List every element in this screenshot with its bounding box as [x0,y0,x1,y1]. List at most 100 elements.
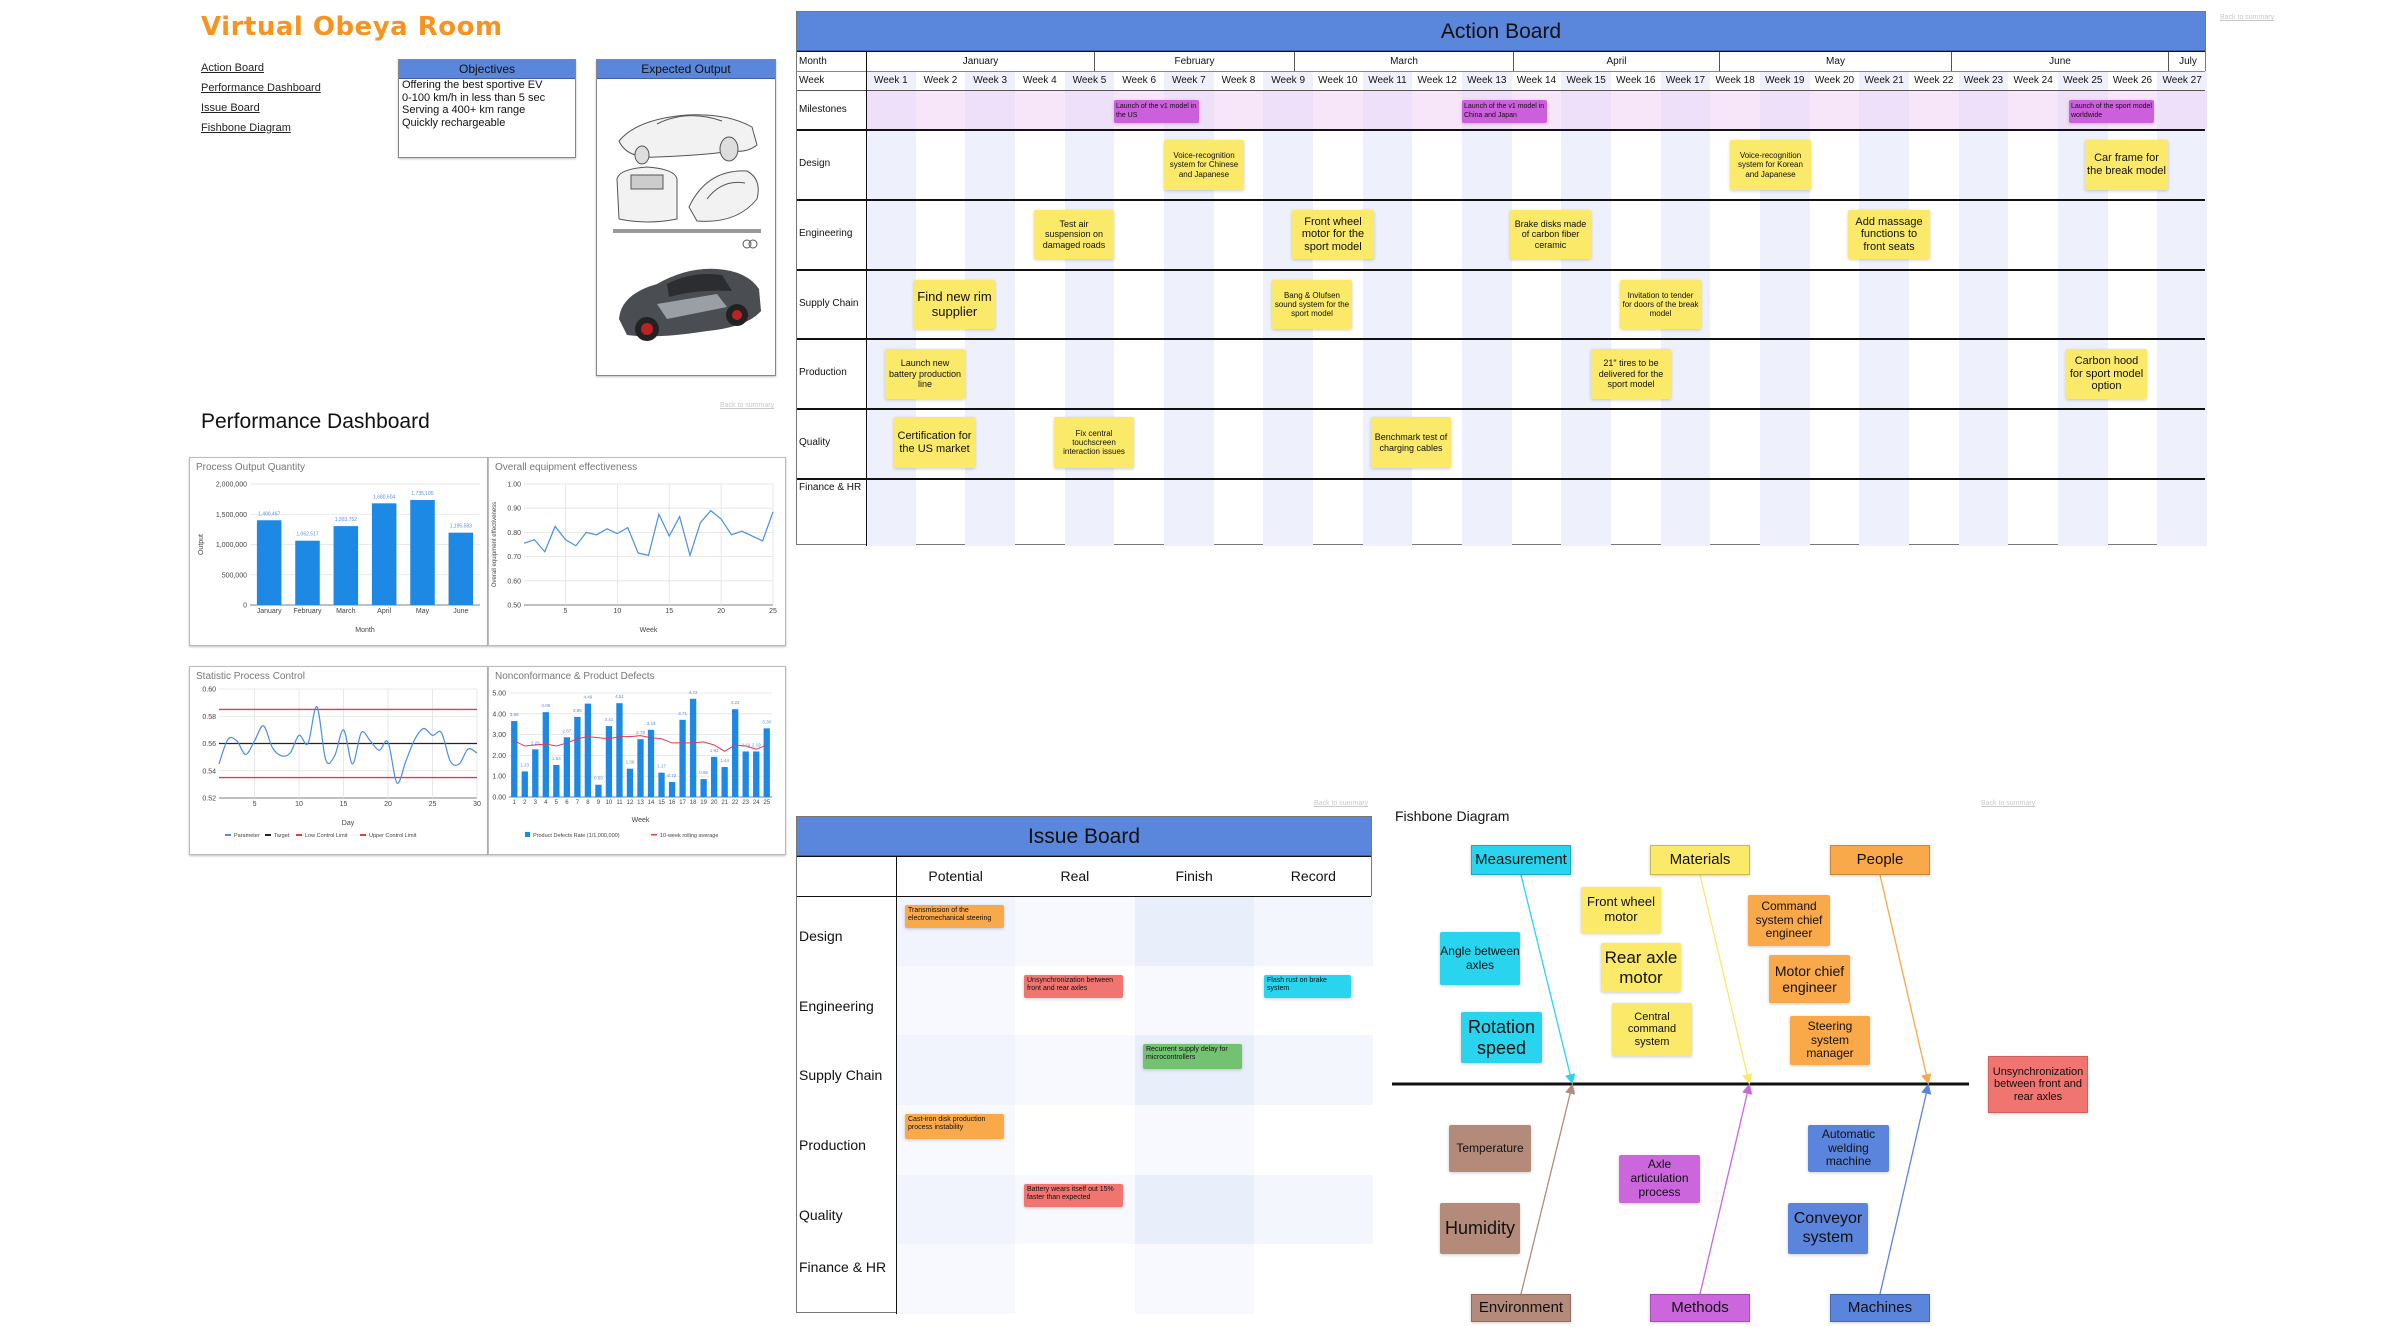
fishbone-cause[interactable]: Steering system manager [1790,1016,1870,1065]
action-card[interactable]: Certification for the US market [894,417,975,468]
data-label: 1,680,604 [373,494,395,500]
week-header: Week 12 [1417,75,1457,86]
fishbone-cause[interactable]: Rotation speed [1461,1012,1542,1063]
issue-card[interactable]: Cast-iron disk production process instab… [905,1114,1004,1139]
week-stripe [1859,71,1909,546]
column-header: Real [1060,868,1090,884]
action-card[interactable]: Add massage functions to front seats [1848,210,1930,259]
month-header-label: Month [799,56,827,67]
issue-card[interactable]: Unsynchronization between front and rear… [1024,975,1123,998]
x-tick-label: 14 [648,800,655,806]
defects-chart: 0.00 1.00 2.00 3.00 4.00 5.00 3.65 1 1.23 2 2.29 3 4… [488,666,786,855]
issue-board: Issue Board Potential Real Finish Record Des… [796,816,1373,1314]
legend-swatch [651,834,657,836]
nav-link-issue-board[interactable]: Issue Board [201,102,260,114]
fishbone-category[interactable]: Machines [1830,1294,1930,1322]
row-divider [797,338,2205,340]
x-axis-label: Week [632,817,650,824]
data-label: 3.41 [605,717,614,722]
row-label: Production [799,367,847,378]
bar [574,716,581,797]
issue-card[interactable]: Recurrent supply delay for microcontroll… [1143,1044,1242,1069]
fishbone-effect[interactable]: Unsynchronization between front and rear… [1988,1056,2088,1113]
y-tick-label: 0.00 [492,795,506,802]
back-to-summary-link[interactable]: Back to summary [1314,800,1368,807]
x-tick-label: 24 [753,800,760,806]
back-to-summary-link[interactable]: Back to summary [2220,14,2274,21]
issue-cell [1253,1105,1373,1175]
x-axis-label: Week [640,627,658,634]
y-tick-label: 0.54 [202,768,216,775]
fishbone-category[interactable]: Materials [1650,845,1750,875]
fishbone-category[interactable]: Environment [1471,1294,1571,1322]
back-to-summary-link[interactable]: Back to summary [1981,800,2035,807]
fishbone-cause[interactable]: Angle between axles [1440,932,1520,985]
y-tick-label: 5.00 [492,691,506,698]
action-card[interactable]: Car frame for the break model [2085,140,2168,190]
data-label: 3.23 [647,721,656,726]
action-card[interactable]: Test air suspension on damaged roads [1034,210,1114,259]
week-header: Week 17 [1665,75,1706,86]
milestone-card[interactable]: Launch of the v1 model in China and Japa… [1462,100,1547,123]
bar [553,764,560,797]
data-label: 2.19 [752,742,761,747]
action-card[interactable]: Bang & Olufsen sound system for the spor… [1272,280,1352,329]
x-tick-label: 22 [732,800,739,806]
fishbone-cause[interactable]: Command system chief engineer [1748,895,1830,946]
fishbone-cause[interactable]: Motor chief engineer [1769,955,1850,1003]
action-card[interactable]: Benchmark test of charging cables [1371,417,1451,468]
nav-link-action-board[interactable]: Action Board [201,62,264,74]
fishbone-category[interactable]: People [1830,845,1930,875]
bar [542,712,549,797]
x-tick-label: 10 [613,608,621,615]
issue-card[interactable]: Transmission of the electromechanical st… [905,905,1004,928]
x-tick-label: 13 [637,800,644,806]
bar [616,703,623,797]
fishbone-bone-arrow [1699,874,1753,1085]
fishbone-category[interactable]: Measurement [1471,845,1571,875]
action-card[interactable]: Invitation to tender for doors of the br… [1620,280,1701,329]
action-card[interactable]: Find new rim supplier [914,280,995,329]
nav-link-performance-dashboard[interactable]: Performance Dashboard [201,82,321,94]
back-to-summary-link[interactable]: Back to summary [720,402,774,409]
fishbone-cause[interactable]: Conveyor system [1788,1203,1868,1254]
action-card[interactable]: Brake disks made of carbon fiber ceramic [1510,210,1591,259]
objectives-title: Objectives [399,60,575,79]
y-tick-label: 1.00 [492,774,506,781]
milestone-card[interactable]: Launch of the sport model worldwide [2069,100,2154,123]
y-tick-label: 0.56 [202,741,216,748]
action-card[interactable]: Voice-recognition system for Chinese and… [1164,140,1244,190]
action-card[interactable]: Front wheel motor for the sport model [1292,210,1374,259]
y-axis-label: Output [198,534,205,555]
bar [521,771,528,797]
fishbone-cause[interactable]: Axle articulation process [1619,1155,1700,1203]
data-label: 0.86 [699,770,708,775]
action-card[interactable]: Voice-recognition system for Korean and … [1730,140,1811,190]
issue-cell [896,1244,1016,1314]
action-card[interactable]: Launch new battery production line [885,349,965,399]
fishbone-cause[interactable]: Automatic welding machine [1808,1125,1889,1172]
bar [256,520,282,605]
bar [371,503,397,605]
fishbone-cause[interactable]: Humidity [1440,1203,1520,1254]
fishbone-title: Fishbone Diagram [1395,808,1510,824]
fishbone-category[interactable]: Methods [1650,1294,1750,1322]
fishbone-cause[interactable]: Rear axle motor [1601,943,1681,992]
action-card[interactable]: 21" tires to be delivered for the sport … [1591,349,1671,399]
action-card[interactable]: Carbon hood for sport model option [2066,349,2147,399]
milestone-card[interactable]: Launch of the v1 model in the US [1114,100,1199,123]
week-stripe [1064,71,1115,546]
row-label: Design [799,927,843,944]
issue-card[interactable]: Battery wears itself out 15% faster than… [1024,1184,1123,1207]
fishbone-cause[interactable]: Central command system [1612,1003,1692,1056]
fishbone-cause[interactable]: Front wheel motor [1581,887,1661,933]
nav-link-fishbone-diagram[interactable]: Fishbone Diagram [201,122,291,134]
y-tick-label: 0.50 [507,603,521,610]
data-label: 1,195,583 [450,524,472,530]
x-tick-label: 25 [429,801,437,808]
chart-plot: 0 500,000 1,000,000 1,500,000 2,000,000 1,400… [198,482,480,634]
fishbone-cause[interactable]: Temperature [1449,1125,1531,1172]
issue-card[interactable]: Flash rust on brake system [1264,975,1351,998]
x-tick-label: 17 [679,800,686,806]
action-card[interactable]: Fix central touchscreen interaction issu… [1054,417,1134,468]
